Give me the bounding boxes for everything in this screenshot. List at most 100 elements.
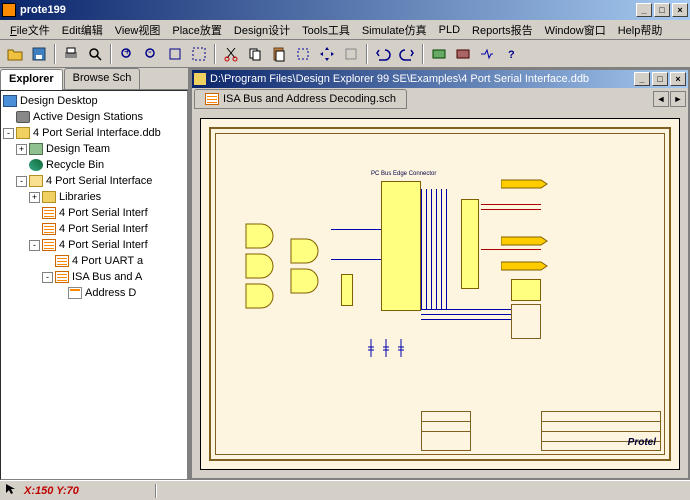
menu-tools[interactable]: Tools工具 bbox=[296, 20, 356, 40]
net-wire[interactable] bbox=[331, 229, 381, 230]
mdi-minimize-button[interactable]: _ bbox=[634, 72, 650, 86]
deselect-button[interactable] bbox=[340, 43, 362, 65]
tab-explorer[interactable]: Explorer bbox=[0, 69, 63, 90]
menu-window[interactable]: Window窗口 bbox=[539, 20, 612, 40]
doc-tab-active[interactable]: ISA Bus and Address Decoding.sch bbox=[194, 89, 407, 109]
select-button[interactable] bbox=[292, 43, 314, 65]
zoom-out-button[interactable]: - bbox=[140, 43, 162, 65]
net-wire[interactable] bbox=[421, 189, 422, 309]
svg-text:-: - bbox=[148, 46, 152, 58]
component-buffer[interactable] bbox=[341, 274, 353, 306]
minimize-button[interactable]: _ bbox=[636, 3, 652, 17]
undo-button[interactable] bbox=[372, 43, 394, 65]
preview-button[interactable] bbox=[84, 43, 106, 65]
maximize-button[interactable]: □ bbox=[654, 3, 670, 17]
zoom-in-button[interactable]: + bbox=[116, 43, 138, 65]
schematic-icon bbox=[55, 271, 69, 283]
svg-text:?: ? bbox=[508, 49, 515, 61]
tree-doc-isa[interactable]: -ISA Bus and A bbox=[3, 269, 185, 285]
expander-icon[interactable]: - bbox=[29, 240, 40, 251]
tree-folder[interactable]: -4 Port Serial Interface bbox=[3, 173, 185, 189]
tree-project[interactable]: -4 Port Serial Interface.ddb bbox=[3, 125, 185, 141]
mdi-restore-button[interactable]: □ bbox=[652, 72, 668, 86]
tool-a-button[interactable] bbox=[428, 43, 450, 65]
net-power[interactable] bbox=[481, 209, 541, 210]
toolbar-separator bbox=[422, 44, 424, 64]
tree-team[interactable]: +Design Team bbox=[3, 141, 185, 157]
tree-doc[interactable]: Address D bbox=[3, 285, 185, 301]
mdi-titlebar: D:\Program Files\Design Explorer 99 SE\E… bbox=[192, 70, 688, 88]
zoom-area-button[interactable] bbox=[188, 43, 210, 65]
net-wire[interactable] bbox=[436, 189, 437, 309]
expander-icon[interactable]: + bbox=[16, 144, 27, 155]
component-ic[interactable] bbox=[511, 279, 541, 301]
tab-next-button[interactable]: ► bbox=[670, 91, 686, 107]
schematic-canvas[interactable]: PC Bus Edge Connector bbox=[192, 110, 688, 478]
doc-tab-label: ISA Bus and Address Decoding.sch bbox=[223, 93, 396, 105]
net-wire[interactable] bbox=[441, 189, 442, 309]
print-button[interactable] bbox=[60, 43, 82, 65]
net-wire[interactable] bbox=[446, 189, 447, 309]
cut-button[interactable] bbox=[220, 43, 242, 65]
save-button[interactable] bbox=[28, 43, 50, 65]
net-wire[interactable] bbox=[421, 319, 511, 320]
menu-simulate[interactable]: Simulate仿真 bbox=[356, 20, 433, 40]
component-ic[interactable] bbox=[461, 199, 479, 289]
bus-port[interactable] bbox=[501, 259, 551, 279]
tree-doc[interactable]: -4 Port Serial Interf bbox=[3, 237, 185, 253]
expander-icon[interactable]: - bbox=[42, 272, 53, 283]
statusbar: X:150 Y:70 bbox=[0, 480, 690, 500]
menu-design[interactable]: Design设计 bbox=[228, 20, 296, 40]
expander-icon[interactable]: + bbox=[29, 192, 40, 203]
redo-button[interactable] bbox=[396, 43, 418, 65]
decoupling-caps[interactable] bbox=[366, 337, 416, 362]
svg-text:+: + bbox=[124, 46, 130, 58]
net-wire[interactable] bbox=[426, 189, 427, 309]
menu-reports[interactable]: Reports报告 bbox=[466, 20, 539, 40]
zoom-fit-button[interactable] bbox=[164, 43, 186, 65]
tree-doc[interactable]: 4 Port Serial Interf bbox=[3, 221, 185, 237]
expander-icon[interactable]: - bbox=[16, 176, 27, 187]
tool-c-button[interactable] bbox=[476, 43, 498, 65]
net-wire[interactable] bbox=[421, 309, 511, 310]
copy-button[interactable] bbox=[244, 43, 266, 65]
tree-root[interactable]: Design Desktop bbox=[3, 93, 185, 109]
logic-gates[interactable] bbox=[241, 219, 331, 319]
component-connector[interactable] bbox=[381, 181, 421, 311]
menu-edit[interactable]: Edit编辑 bbox=[56, 20, 109, 40]
mdi-close-button[interactable]: × bbox=[670, 72, 686, 86]
bus-port[interactable] bbox=[501, 234, 551, 254]
tree-doc[interactable]: 4 Port Serial Interf bbox=[3, 205, 185, 221]
tab-browse-sch[interactable]: Browse Sch bbox=[64, 68, 141, 89]
tree-stations[interactable]: Active Design Stations bbox=[3, 109, 185, 125]
design-tree[interactable]: Design Desktop Active Design Stations -4… bbox=[0, 90, 188, 480]
net-wire[interactable] bbox=[421, 314, 511, 315]
tree-doc[interactable]: 4 Port UART a bbox=[3, 253, 185, 269]
close-button[interactable]: × bbox=[672, 3, 688, 17]
schematic-sheet[interactable]: PC Bus Edge Connector bbox=[200, 118, 680, 470]
net-wire[interactable] bbox=[331, 259, 381, 260]
bus-port[interactable] bbox=[501, 177, 551, 197]
menu-pld[interactable]: PLD bbox=[433, 22, 466, 38]
expander-icon[interactable]: - bbox=[3, 128, 14, 139]
left-panel: Explorer Browse Sch Design Desktop Activ… bbox=[0, 68, 190, 480]
open-button[interactable] bbox=[4, 43, 26, 65]
toolbar: + - ? bbox=[0, 40, 690, 68]
paste-button[interactable] bbox=[268, 43, 290, 65]
menu-help[interactable]: Help帮助 bbox=[612, 20, 669, 40]
net-power[interactable] bbox=[481, 204, 541, 205]
tree-libraries[interactable]: +Libraries bbox=[3, 189, 185, 205]
menu-place[interactable]: Place放置 bbox=[166, 20, 228, 40]
move-button[interactable] bbox=[316, 43, 338, 65]
menu-file[interactable]: File文件 bbox=[4, 20, 56, 40]
component-label: PC Bus Edge Connector bbox=[371, 171, 436, 177]
title-block: Protel bbox=[541, 411, 661, 451]
menu-view[interactable]: View视图 bbox=[109, 20, 167, 40]
toolbar-separator bbox=[110, 44, 112, 64]
net-wire[interactable] bbox=[431, 189, 432, 309]
tree-recycle[interactable]: Recycle Bin bbox=[3, 157, 185, 173]
help-button[interactable]: ? bbox=[500, 43, 522, 65]
component-ic[interactable] bbox=[511, 304, 541, 339]
tool-b-button[interactable] bbox=[452, 43, 474, 65]
tab-prev-button[interactable]: ◄ bbox=[653, 91, 669, 107]
